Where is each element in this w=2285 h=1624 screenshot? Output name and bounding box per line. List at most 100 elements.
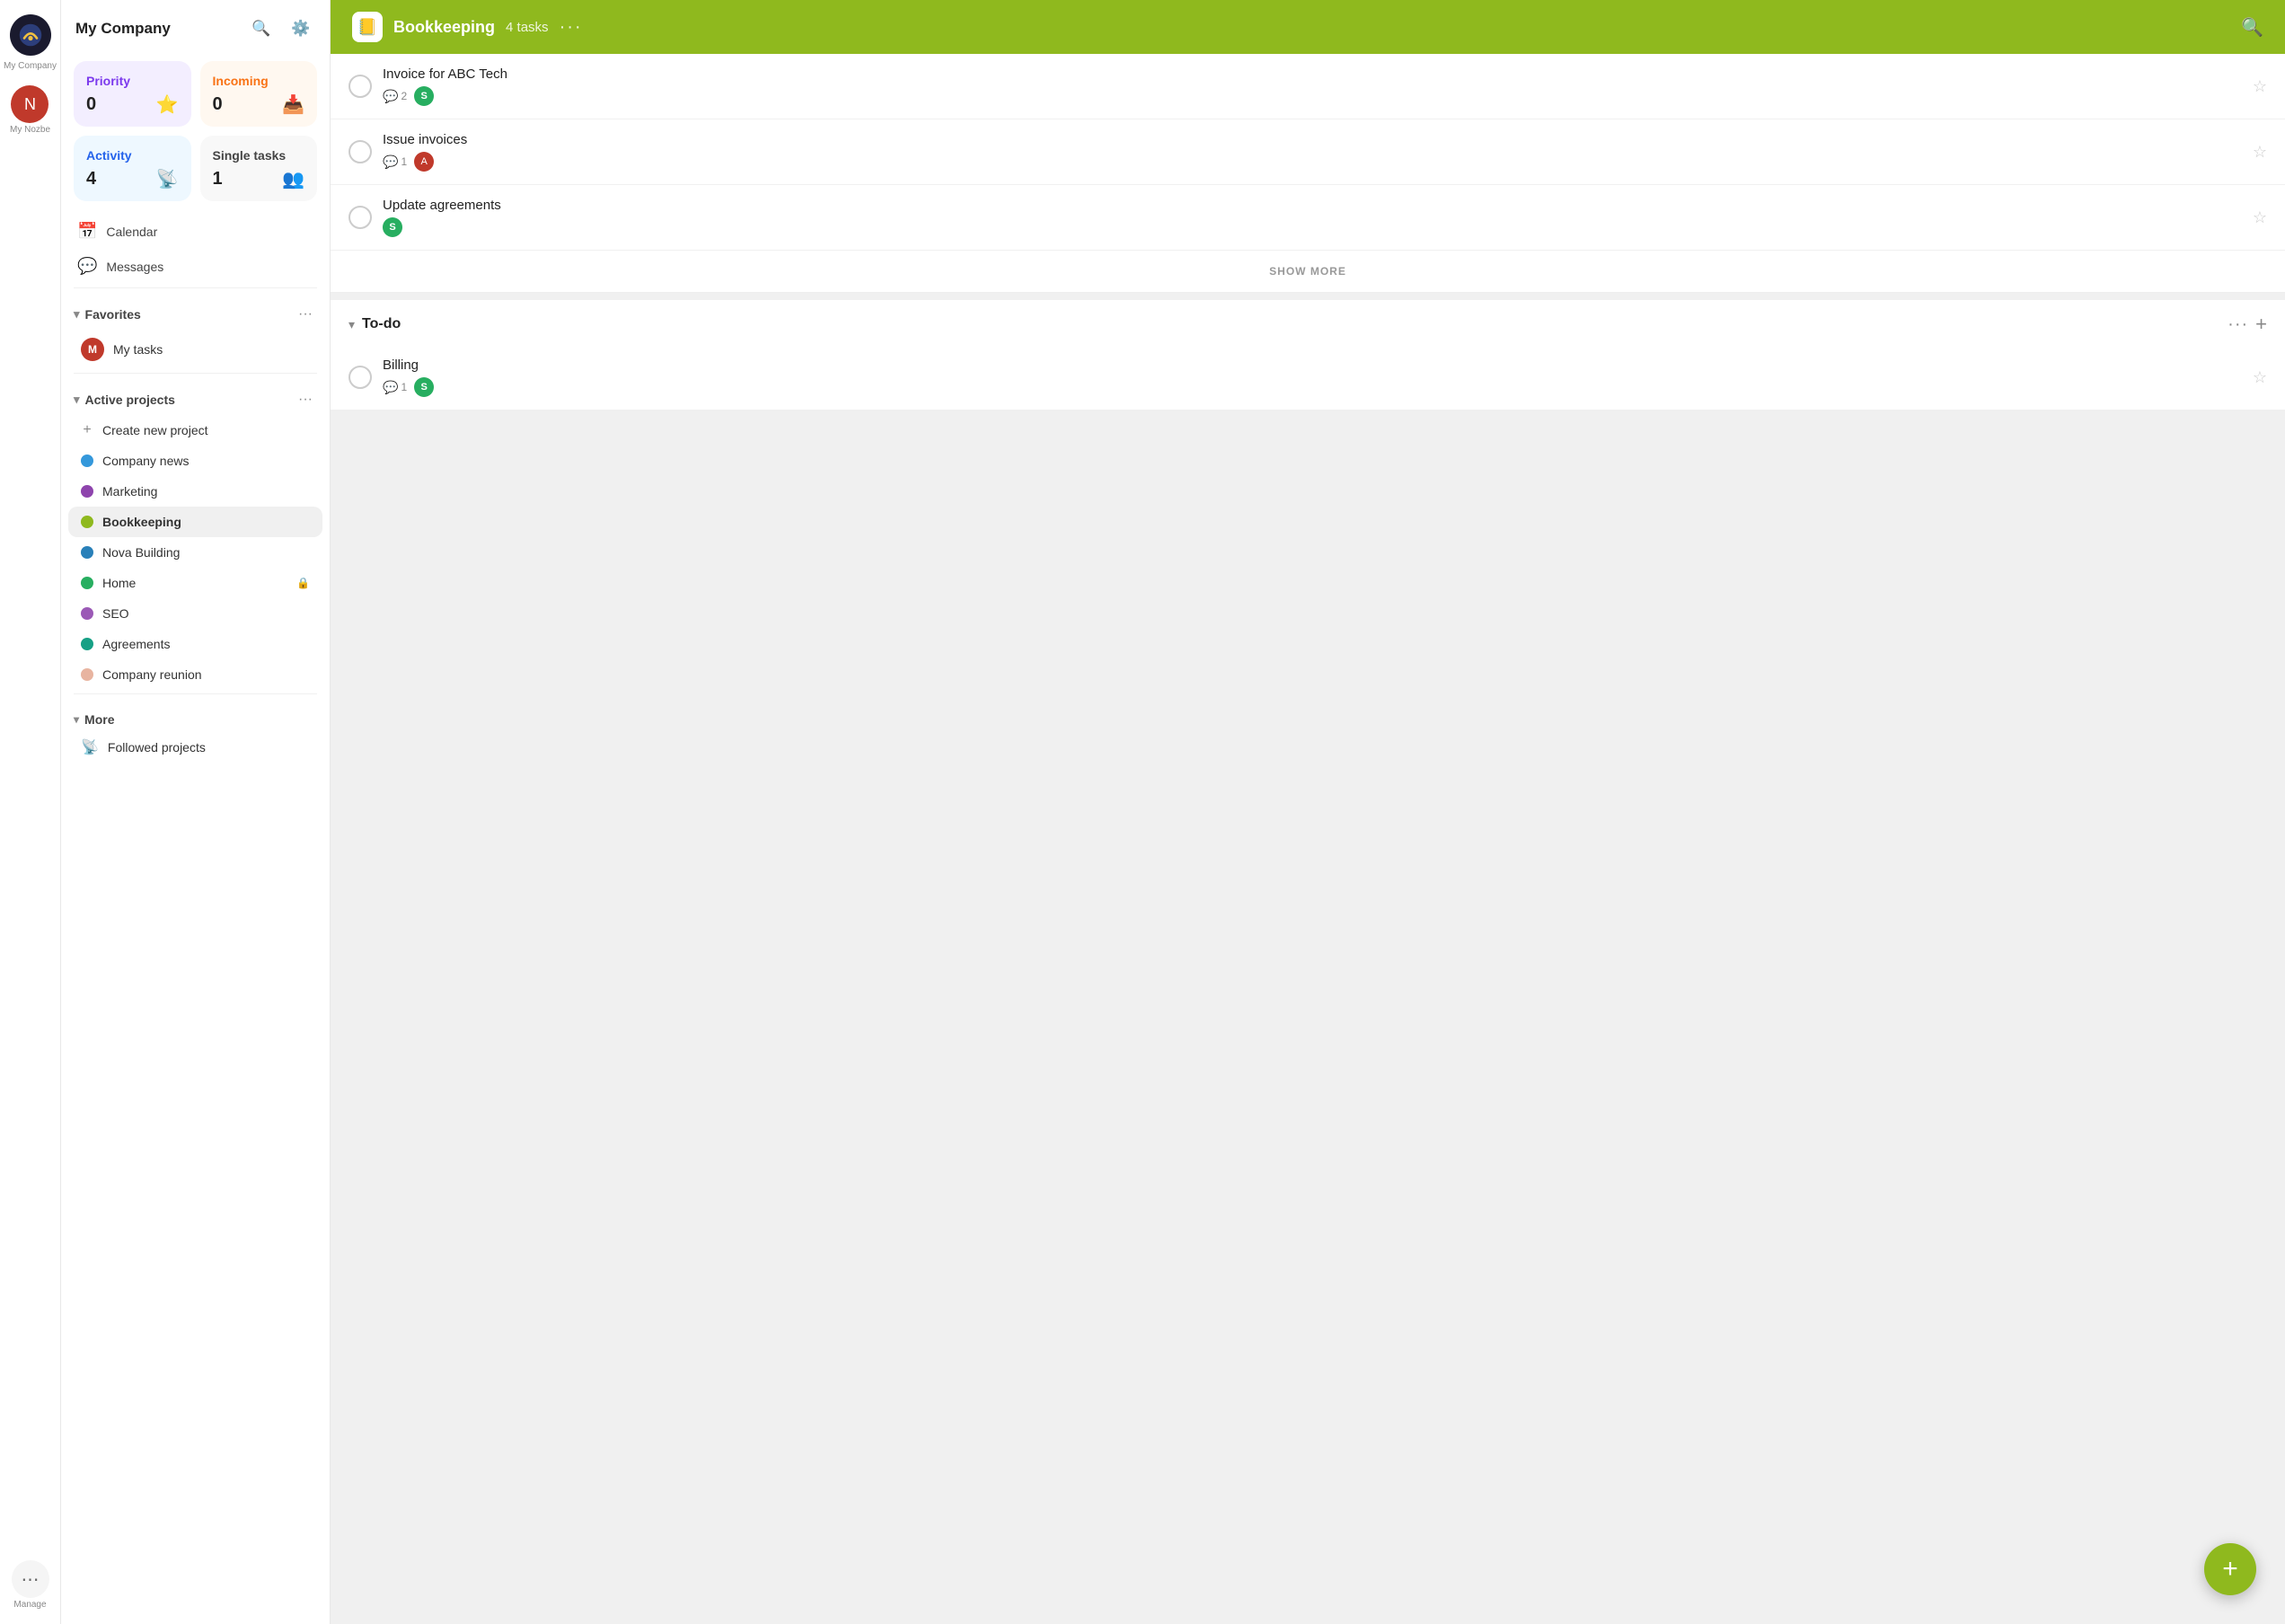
project-list: + Create new project Company newsMarketing… xyxy=(61,415,330,690)
project-label: Company reunion xyxy=(102,667,310,682)
todo-more-btn[interactable]: ··· xyxy=(2228,314,2248,335)
incoming-card-row: 0 📥 xyxy=(213,93,305,116)
project-item-seo[interactable]: SEO xyxy=(68,598,322,629)
task-meta: S xyxy=(383,217,2242,237)
task-info: Billing 💬1 S xyxy=(383,357,2242,397)
task-comment-count: 💬2 xyxy=(383,89,407,104)
favorites-more-btn[interactable]: ··· xyxy=(294,303,317,326)
task-meta: 💬1 S xyxy=(383,377,2242,397)
task-checkbox[interactable] xyxy=(348,75,372,98)
show-more-btn[interactable]: SHOW MORE xyxy=(331,251,2285,293)
search-button[interactable]: 🔍 xyxy=(247,14,276,43)
incoming-card[interactable]: Incoming 0 📥 xyxy=(200,61,318,127)
task-avatar: S xyxy=(414,377,434,397)
project-label: Create new project xyxy=(102,423,310,437)
active-projects-section-header[interactable]: ▾ Active projects ··· xyxy=(61,377,330,415)
project-dot xyxy=(81,577,93,589)
header-search-icon[interactable]: 🔍 xyxy=(2241,16,2263,39)
project-item-home[interactable]: Home 🔒 xyxy=(68,568,322,598)
task-row[interactable]: Update agreements S ☆ xyxy=(331,185,2285,251)
my-tasks-label: My tasks xyxy=(113,342,310,357)
task-checkbox[interactable] xyxy=(348,206,372,229)
app-logo xyxy=(10,14,51,56)
project-item-agreements[interactable]: Agreements xyxy=(68,629,322,659)
header-more-btn[interactable]: ··· xyxy=(560,17,583,38)
rail-logo-item[interactable]: My Company xyxy=(0,11,60,75)
project-dot xyxy=(81,607,93,620)
activity-card-label: Activity xyxy=(86,148,179,163)
sidebar: My Company 🔍 ⚙️ Priority 0 ⭐ Incoming 0 … xyxy=(61,0,331,1624)
project-label: Home xyxy=(102,576,287,590)
manage-icon[interactable]: ⋯ xyxy=(12,1560,49,1598)
todo-task-section: Billing 💬1 S ☆ xyxy=(331,345,2285,410)
task-avatar: A xyxy=(414,152,434,172)
project-dot xyxy=(81,638,93,650)
add-project-icon: + xyxy=(81,424,93,437)
task-info: Update agreements S xyxy=(383,198,2242,237)
task-row[interactable]: Billing 💬1 S ☆ xyxy=(331,345,2285,410)
activity-card-icon: 📡 xyxy=(156,168,179,190)
icon-rail: My Company N My Nozbe ⋯ Manage xyxy=(0,0,61,1624)
project-label: Agreements xyxy=(102,637,310,651)
fab-add-button[interactable]: + xyxy=(2204,1543,2256,1595)
more-header[interactable]: ▾ More xyxy=(61,703,330,730)
incoming-card-count: 0 xyxy=(213,94,223,115)
sidebar-nav: 📅 Calendar 💬 Messages xyxy=(61,214,330,284)
priority-card-row: 0 ⭐ xyxy=(86,93,179,116)
header-app-icon: 📒 xyxy=(352,12,383,42)
main-body: Invoice for ABC Tech 💬2 S ☆ Issue invoic… xyxy=(331,54,2285,1624)
favorites-section-header[interactable]: ▾ Favorites ··· xyxy=(61,292,330,330)
priority-card[interactable]: Priority 0 ⭐ xyxy=(74,61,191,127)
my-tasks-item[interactable]: M My tasks xyxy=(68,330,322,369)
my-nozbe-item[interactable]: N My Nozbe xyxy=(6,82,54,138)
project-dot xyxy=(81,485,93,498)
task-star-btn[interactable]: ☆ xyxy=(2253,143,2267,162)
main-content: 📒 Bookkeeping 4 tasks ··· 🔍 Invoice for … xyxy=(331,0,2285,1624)
activity-card[interactable]: Activity 4 📡 xyxy=(74,136,191,201)
divider-3 xyxy=(74,693,317,694)
my-tasks-avatar: M xyxy=(81,338,104,361)
task-checkbox[interactable] xyxy=(348,140,372,163)
task-row[interactable]: Issue invoices 💬1 A ☆ xyxy=(331,119,2285,185)
manage-label: Manage xyxy=(13,1600,46,1610)
task-row[interactable]: Invoice for ABC Tech 💬2 S ☆ xyxy=(331,54,2285,119)
messages-icon: 💬 xyxy=(77,257,97,276)
my-nozbe-avatar: N xyxy=(11,85,49,123)
sidebar-header-icons: 🔍 ⚙️ xyxy=(247,14,315,43)
task-name: Billing xyxy=(383,357,2242,373)
todo-chevron-icon[interactable]: ▾ xyxy=(348,317,355,332)
calendar-nav-item[interactable]: 📅 Calendar xyxy=(68,214,322,249)
task-star-btn[interactable]: ☆ xyxy=(2253,77,2267,96)
project-item-bookkeeping[interactable]: Bookkeeping xyxy=(68,507,322,537)
messages-nav-item[interactable]: 💬 Messages xyxy=(68,249,322,284)
project-item-create-new-project[interactable]: + Create new project xyxy=(68,415,322,446)
lock-icon: 🔒 xyxy=(296,577,310,589)
task-checkbox[interactable] xyxy=(348,366,372,389)
project-item-marketing[interactable]: Marketing xyxy=(68,476,322,507)
single-tasks-card-row: 1 👥 xyxy=(213,168,305,190)
task-name: Invoice for ABC Tech xyxy=(383,66,2242,82)
project-item-company-reunion[interactable]: Company reunion xyxy=(68,659,322,690)
task-avatar: S xyxy=(414,86,434,106)
single-tasks-card-icon: 👥 xyxy=(282,168,304,190)
task-star-btn[interactable]: ☆ xyxy=(2253,368,2267,387)
sidebar-title: My Company xyxy=(75,20,171,38)
project-item-nova-building[interactable]: Nova Building xyxy=(68,537,322,568)
project-label: Bookkeeping xyxy=(102,515,310,529)
project-item-company-news[interactable]: Company news xyxy=(68,446,322,476)
todo-add-btn[interactable]: + xyxy=(2255,313,2267,336)
manage-item[interactable]: ⋯ Manage xyxy=(8,1557,53,1613)
active-projects-more-btn[interactable]: ··· xyxy=(294,388,317,411)
followed-projects-item[interactable]: 📡 Followed projects xyxy=(68,730,322,764)
followed-projects-label: Followed projects xyxy=(108,740,310,755)
divider-2 xyxy=(74,373,317,374)
more-chevron-icon: ▾ xyxy=(74,713,79,726)
activity-card-row: 4 📡 xyxy=(86,168,179,190)
my-nozbe-label: My Nozbe xyxy=(10,125,50,135)
single-tasks-card[interactable]: Single tasks 1 👥 xyxy=(200,136,318,201)
project-dot xyxy=(81,516,93,528)
project-dot xyxy=(81,546,93,559)
task-name: Update agreements xyxy=(383,198,2242,213)
settings-button[interactable]: ⚙️ xyxy=(287,14,315,43)
task-star-btn[interactable]: ☆ xyxy=(2253,208,2267,227)
